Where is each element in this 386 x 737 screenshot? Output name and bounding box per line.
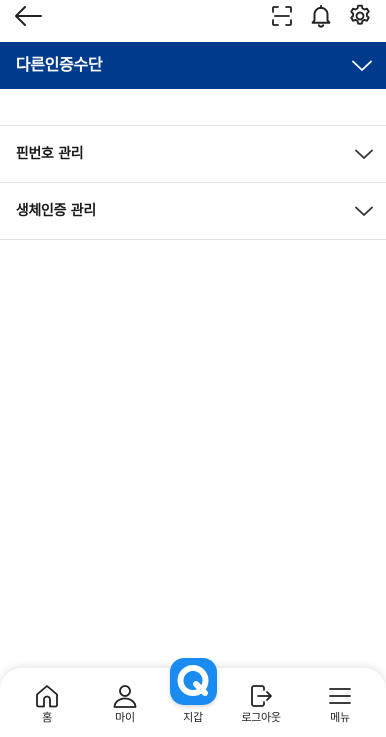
q-wallet-icon <box>177 665 209 696</box>
menu-icon <box>329 688 351 704</box>
scan-button[interactable] <box>266 1 298 31</box>
chevron-down-icon <box>352 60 372 71</box>
home-icon <box>36 685 58 708</box>
accordion-item-label: 핀번호 관리 <box>16 146 84 162</box>
chevron-down-icon <box>355 206 373 216</box>
nav-menu[interactable]: 메뉴 <box>315 668 365 737</box>
accordion-item-biometric[interactable]: 생체인증 관리 <box>0 183 386 239</box>
nav-home[interactable]: 홈 <box>22 668 72 737</box>
nav-label: 메뉴 <box>330 711 350 724</box>
scan-icon <box>272 6 292 26</box>
logout-icon <box>251 685 272 707</box>
app-screen: 다른인증수단 핀번호 관리 생체인증 관리 홈 마이 지갑 로그아웃 메뉴 <box>0 0 386 737</box>
accordion-item-pin[interactable]: 핀번호 관리 <box>0 126 386 182</box>
nav-logout[interactable]: 로그아웃 <box>230 668 292 737</box>
notification-button[interactable] <box>305 0 337 32</box>
nav-my[interactable]: 마이 <box>100 668 150 737</box>
accordion-item-label: 생체인증 관리 <box>16 203 97 219</box>
gear-icon <box>350 4 370 25</box>
section-title: 다른인증수단 <box>16 55 103 74</box>
nav-label: 로그아웃 <box>241 711 281 724</box>
nav-label: 마이 <box>115 711 135 724</box>
arrow-left-icon <box>15 6 42 26</box>
chevron-down-icon <box>355 149 373 159</box>
user-icon <box>113 685 137 708</box>
nav-label: 홈 <box>42 711 52 724</box>
wallet-button[interactable] <box>170 658 217 705</box>
top-bar <box>0 0 386 42</box>
divider <box>0 239 386 240</box>
bell-icon <box>311 5 331 28</box>
back-button[interactable] <box>6 0 50 32</box>
section-header-other-auth[interactable]: 다른인증수단 <box>0 42 386 89</box>
settings-button[interactable] <box>343 0 377 32</box>
nav-label: 지갑 <box>183 711 203 724</box>
